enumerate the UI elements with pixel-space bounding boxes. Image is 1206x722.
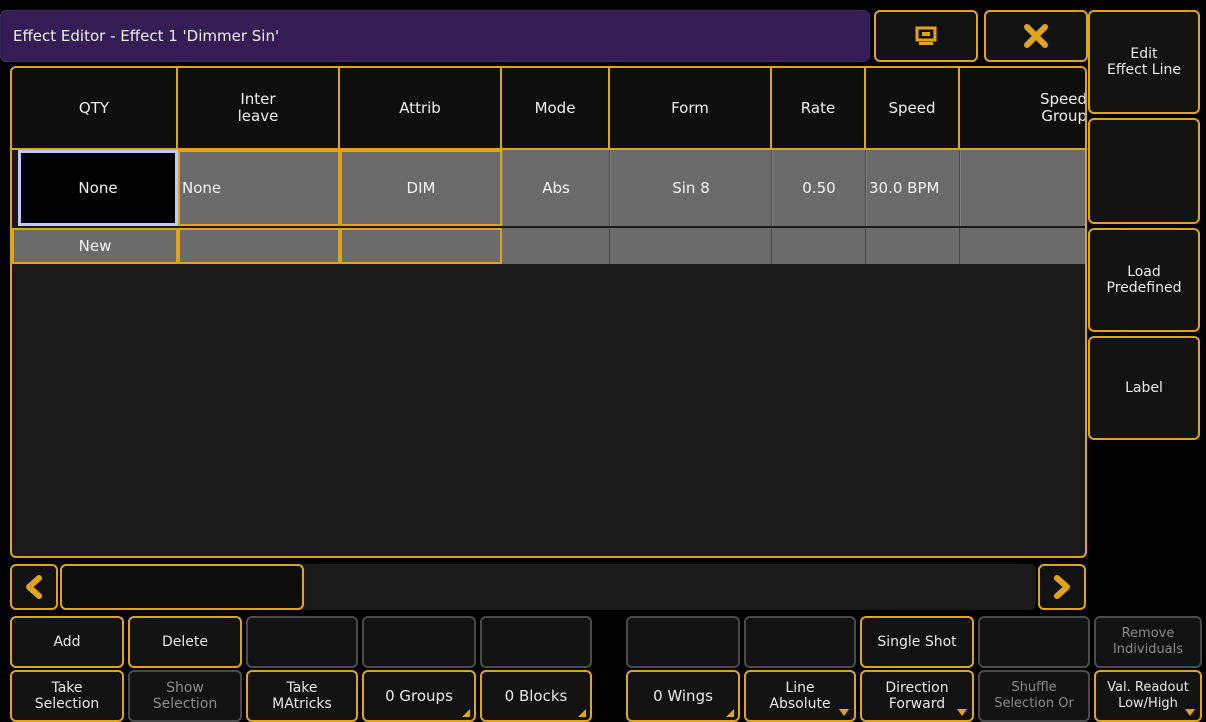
dropdown-triangle-icon	[839, 709, 849, 716]
groups-button[interactable]: 0 Groups	[362, 670, 476, 722]
sidebar-item-label: Load Predefined	[1106, 264, 1182, 296]
table-cell-empty[interactable]	[340, 228, 502, 264]
button-label: Remove Individuals	[1112, 626, 1184, 657]
button-label: 0 Blocks	[504, 687, 568, 705]
button-label: Val. Readout Low/High	[1107, 680, 1189, 711]
button-label: Shuffle Selection Or	[994, 680, 1074, 711]
empty-button	[978, 616, 1090, 668]
take-matricks-button[interactable]: Take MAtricks	[246, 670, 358, 722]
button-label: Single Shot	[877, 634, 957, 650]
monitor-icon	[915, 26, 937, 45]
table-cell-speed-group[interactable]	[960, 150, 1085, 226]
horizontal-scrollbar-thumb[interactable]	[60, 564, 304, 610]
show-selection-button[interactable]: Show Selection	[128, 670, 242, 722]
column-header-speed[interactable]: Speed	[866, 68, 960, 148]
screen-button[interactable]	[874, 10, 978, 62]
scroll-left-button[interactable]	[10, 564, 58, 610]
effect-lines-table: QTY Inter leave Attrib Mode Form Rate Sp…	[10, 66, 1087, 558]
sidebar-empty-button[interactable]	[1088, 118, 1200, 224]
button-label: Take Selection	[34, 680, 100, 712]
dropdown-triangle-icon	[1185, 709, 1195, 716]
direction-forward-button[interactable]: Direction Forward	[860, 670, 974, 722]
button-label: Delete	[162, 634, 208, 650]
table-cell-empty[interactable]	[178, 228, 340, 264]
edit-effect-line-button[interactable]: Edit Effect Line	[1088, 10, 1200, 114]
table-cell-form[interactable]: Sin 8	[610, 150, 772, 226]
button-label: Direction Forward	[885, 680, 949, 712]
table-cell-empty[interactable]	[772, 228, 866, 264]
close-button[interactable]	[984, 10, 1088, 62]
label-button[interactable]: Label	[1088, 336, 1200, 440]
table-cell-empty[interactable]	[960, 228, 1085, 264]
dropdown-triangle-icon	[957, 709, 967, 716]
load-predefined-button[interactable]: Load Predefined	[1088, 228, 1200, 332]
corner-triangle-icon	[726, 709, 734, 717]
button-label: Show Selection	[152, 680, 218, 712]
sidebar-item-label: Edit Effect Line	[1107, 46, 1181, 78]
chevron-right-icon	[1054, 575, 1070, 599]
table-cell-new[interactable]: New	[12, 228, 178, 264]
button-label: 0 Groups	[385, 687, 453, 705]
single-shot-button[interactable]: Single Shot	[860, 616, 974, 668]
table-cell-empty[interactable]	[502, 228, 610, 264]
column-header-mode[interactable]: Mode	[502, 68, 610, 148]
take-selection-button[interactable]: Take Selection	[10, 670, 124, 722]
line-absolute-button[interactable]: Line Absolute	[744, 670, 856, 722]
blocks-button[interactable]: 0 Blocks	[480, 670, 592, 722]
corner-triangle-icon	[462, 709, 470, 717]
wings-button[interactable]: 0 Wings	[626, 670, 740, 722]
table-cell-attrib[interactable]: DIM	[340, 150, 502, 226]
column-header-interleave[interactable]: Inter leave	[178, 68, 340, 148]
scroll-right-button[interactable]	[1038, 564, 1086, 610]
table-cell-rate[interactable]: 0.50	[772, 150, 866, 226]
add-button[interactable]: Add	[10, 616, 124, 668]
table-cell-speed[interactable]: 30.0 BPM	[866, 150, 960, 226]
table-cell-mode[interactable]: Abs	[502, 150, 610, 226]
sidebar-item-label: Label	[1125, 380, 1163, 396]
button-label: Add	[53, 634, 81, 650]
table-cell-empty[interactable]	[610, 228, 772, 264]
value-readout-button[interactable]: Val. Readout Low/High	[1094, 670, 1202, 722]
column-header-qty[interactable]: QTY	[12, 68, 178, 148]
button-label: Line Absolute	[769, 680, 831, 712]
table-cell-empty[interactable]	[866, 228, 960, 264]
empty-button	[362, 616, 476, 668]
column-header-attrib[interactable]: Attrib	[340, 68, 502, 148]
button-label: 0 Wings	[653, 687, 713, 705]
window-title: Effect Editor - Effect 1 'Dimmer Sin'	[13, 27, 280, 45]
x-icon	[1024, 24, 1048, 48]
empty-button	[626, 616, 740, 668]
table-cell-interleave[interactable]: None	[178, 150, 340, 226]
empty-button	[744, 616, 856, 668]
button-label: Take MAtricks	[272, 680, 332, 712]
shuffle-selection-order-button[interactable]: Shuffle Selection Or	[978, 670, 1090, 722]
delete-button[interactable]: Delete	[128, 616, 242, 668]
table-cell-qty[interactable]: None	[18, 150, 178, 226]
column-header-speed-group[interactable]: Speed Group	[960, 68, 1085, 148]
chevron-left-icon	[26, 575, 42, 599]
column-header-rate[interactable]: Rate	[772, 68, 866, 148]
corner-triangle-icon	[578, 709, 586, 717]
remove-individuals-button[interactable]: Remove Individuals	[1094, 616, 1202, 668]
window-title-bar: Effect Editor - Effect 1 'Dimmer Sin'	[0, 10, 870, 62]
column-header-form[interactable]: Form	[610, 68, 772, 148]
empty-button	[246, 616, 358, 668]
empty-button	[480, 616, 592, 668]
